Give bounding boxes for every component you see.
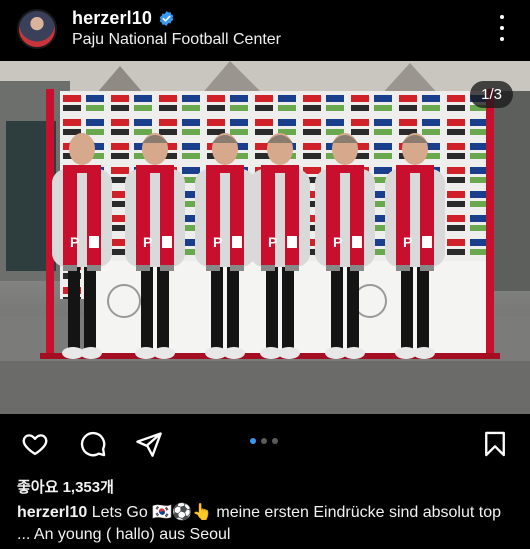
group-photo-illustration: PPPPPP bbox=[0, 61, 530, 414]
carousel-dot bbox=[261, 438, 267, 444]
heart-icon[interactable] bbox=[20, 430, 50, 458]
more-options-icon[interactable] bbox=[492, 15, 512, 41]
svg-text:P: P bbox=[213, 234, 222, 250]
caption-username[interactable]: herzerl10 bbox=[17, 504, 87, 521]
username-row: herzerl10 bbox=[72, 8, 175, 29]
avatar[interactable] bbox=[17, 9, 57, 49]
svg-text:P: P bbox=[268, 234, 277, 250]
username[interactable]: herzerl10 bbox=[72, 8, 152, 29]
post-photo[interactable]: P P P P P P 1/3 bbox=[0, 61, 530, 414]
carousel-dot bbox=[272, 438, 278, 444]
carousel-dot-active bbox=[250, 438, 256, 444]
location-link[interactable]: Paju National Football Center bbox=[72, 31, 281, 49]
image-counter: 1/3 bbox=[470, 81, 513, 108]
caption-text: Lets Go 🇰🇷⚽👆 meine ersten Eindrücke sind… bbox=[17, 504, 502, 543]
svg-text:P: P bbox=[403, 234, 412, 250]
post-header: herzerl10 Paju National Football Center bbox=[0, 0, 530, 60]
bookmark-icon[interactable] bbox=[480, 430, 510, 458]
carousel-indicator bbox=[250, 438, 278, 444]
share-icon[interactable] bbox=[134, 430, 164, 458]
svg-text:P: P bbox=[333, 234, 342, 250]
likes-count[interactable]: 좋아요 1,353개 bbox=[17, 476, 114, 497]
caption: herzerl10 Lets Go 🇰🇷⚽👆 meine ersten Eind… bbox=[17, 502, 517, 546]
verified-badge-icon bbox=[159, 11, 174, 26]
svg-text:P: P bbox=[143, 234, 152, 250]
comment-icon[interactable] bbox=[78, 430, 108, 458]
svg-text:P: P bbox=[70, 234, 79, 250]
